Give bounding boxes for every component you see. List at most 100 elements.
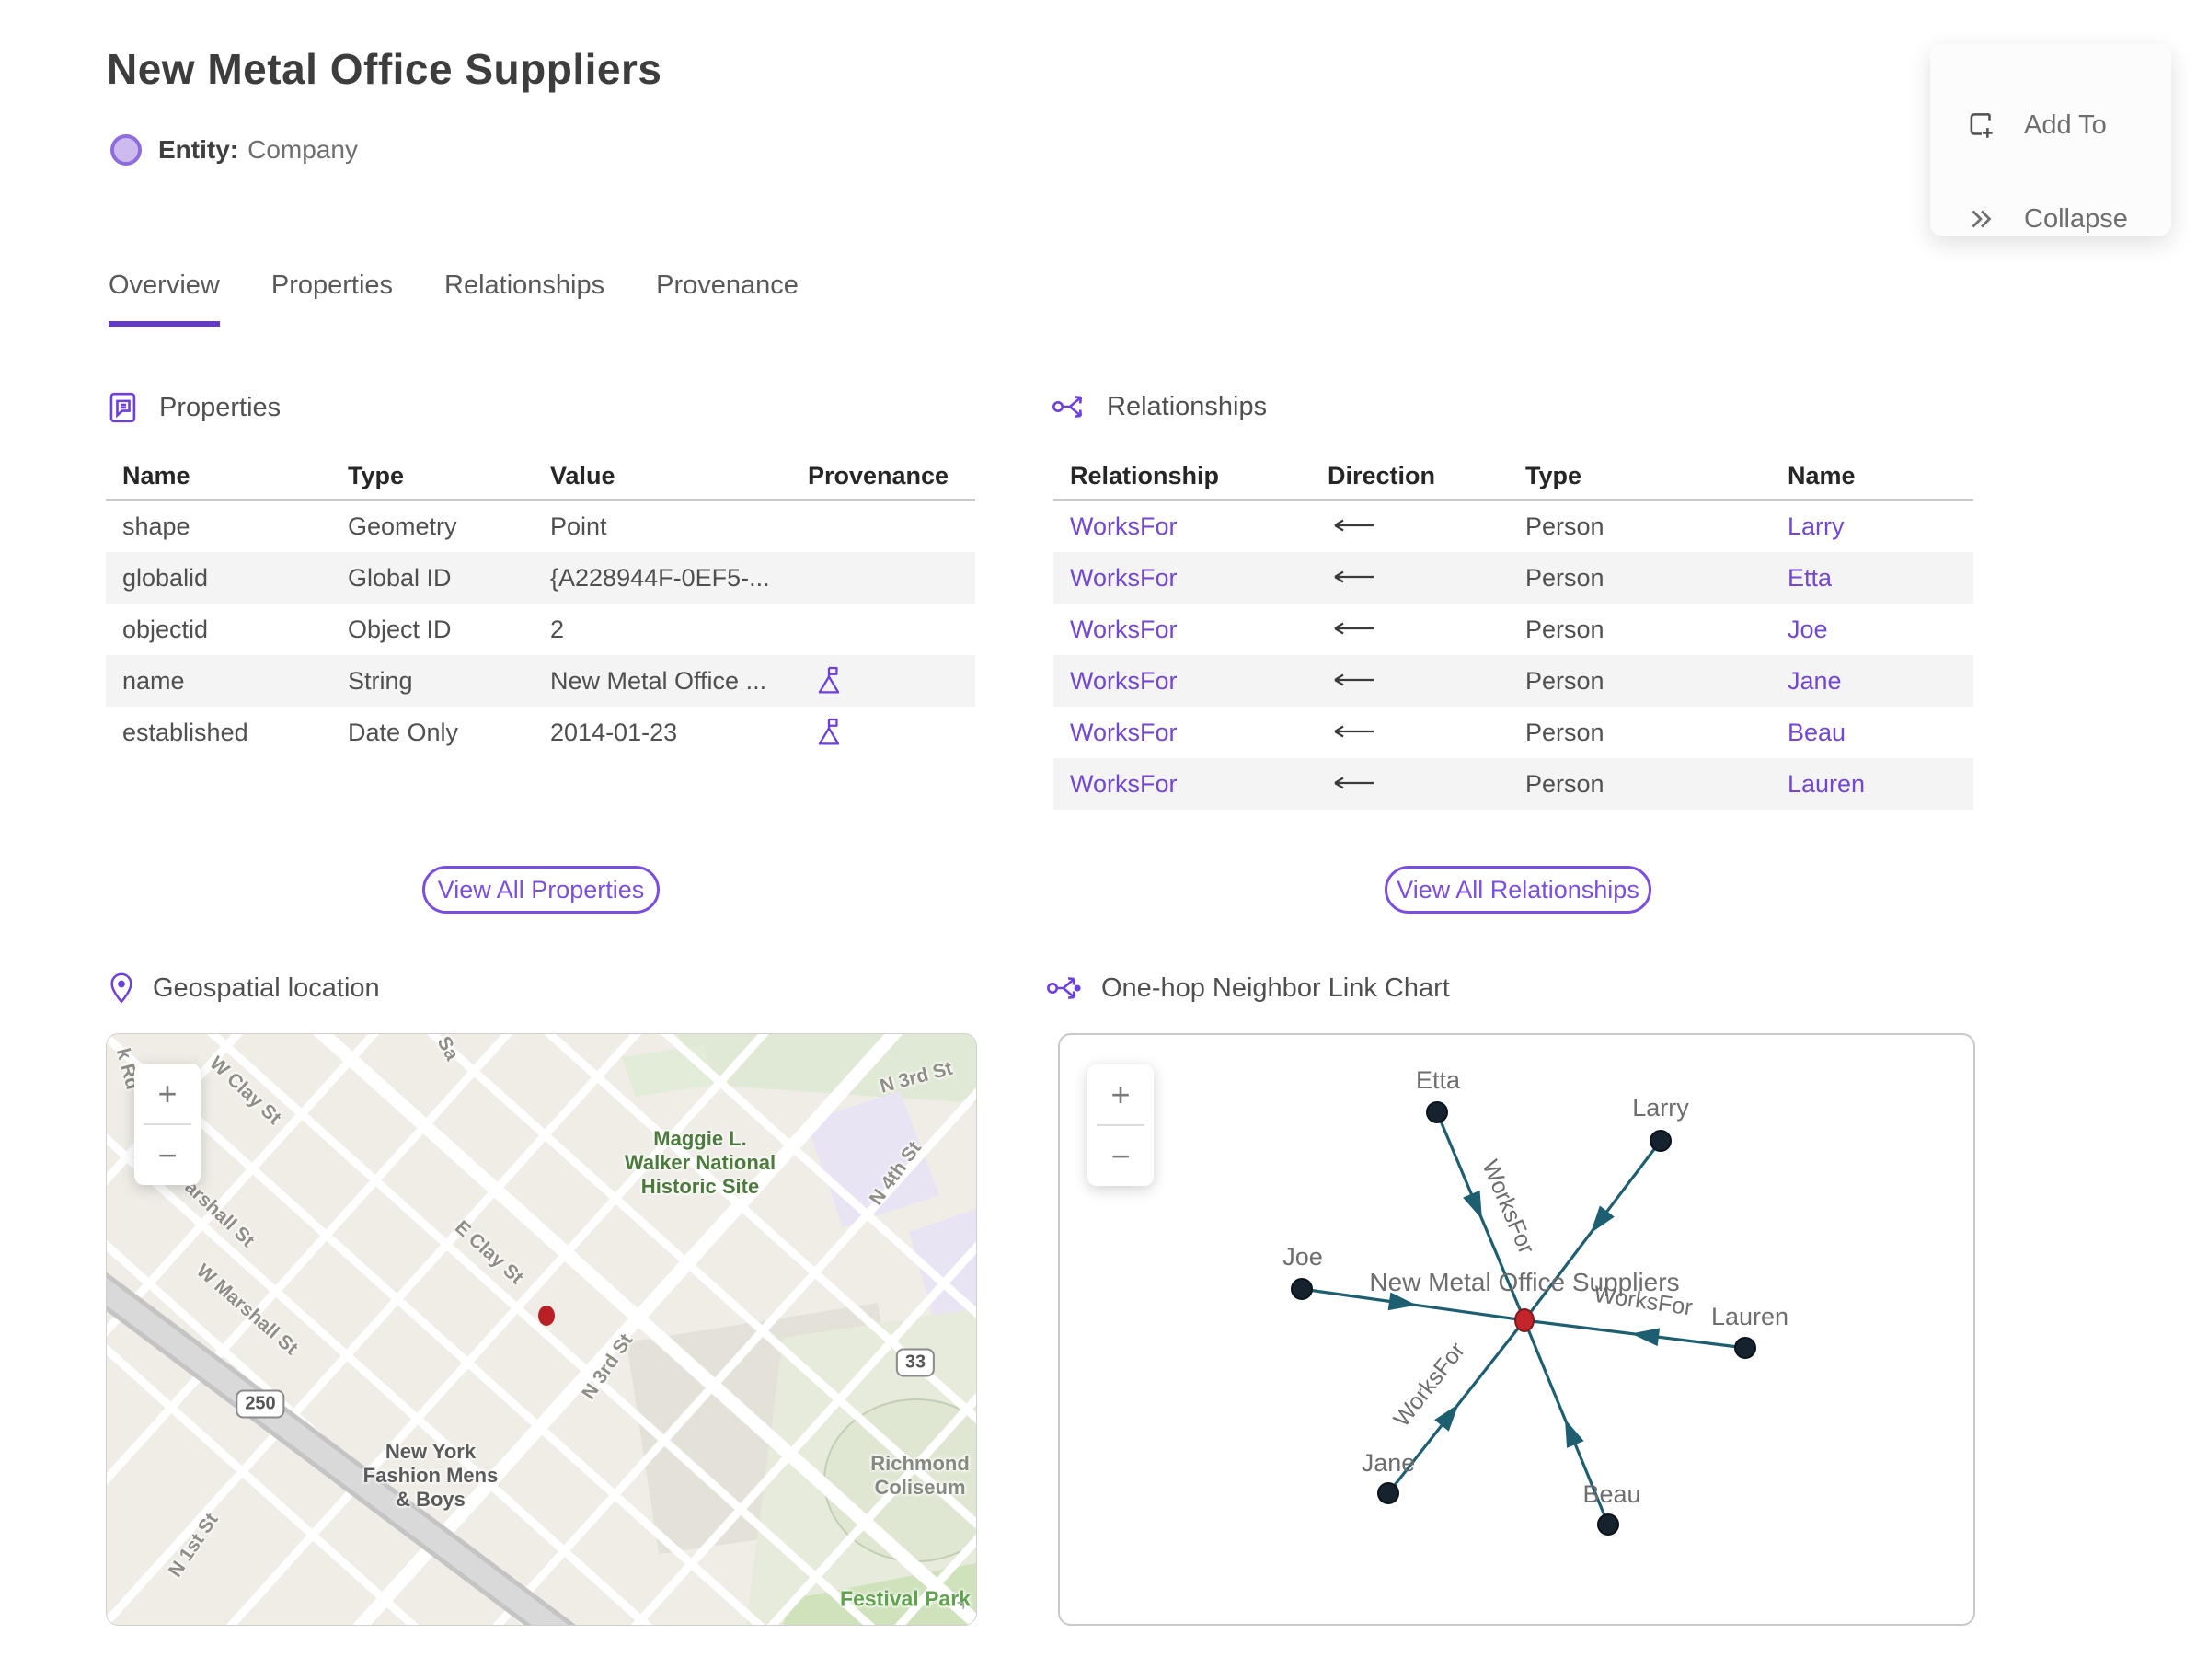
provenance-flag-icon[interactable]	[791, 716, 975, 749]
graph-edge-arrowhead	[1631, 1328, 1661, 1347]
graph-edge-arrowhead	[1434, 1403, 1459, 1432]
direction-left-arrow-icon	[1311, 770, 1509, 799]
direction-left-arrow-icon	[1311, 564, 1509, 593]
add-to-button[interactable]: Add To	[1965, 109, 2107, 142]
entity-name-link[interactable]: Larry	[1771, 512, 1973, 541]
entity-name-link[interactable]: Joe	[1771, 616, 1973, 644]
map-canvas	[107, 1034, 976, 1625]
entity-name-link[interactable]: Jane	[1771, 667, 1973, 696]
direction-left-arrow-icon	[1311, 719, 1509, 747]
graph-edge-label: WorksFor	[1388, 1338, 1469, 1432]
relationship-link[interactable]: WorksFor	[1053, 719, 1311, 747]
graph-edge-arrowhead	[1564, 1419, 1584, 1448]
entity-name-link[interactable]: Beau	[1771, 719, 1973, 747]
chart-zoom-out-button[interactable]: −	[1087, 1126, 1154, 1186]
relationships-section-title: Relationships	[1107, 391, 1268, 421]
graph-node-joe[interactable]	[1291, 1278, 1313, 1300]
graph-node-etta[interactable]	[1426, 1101, 1448, 1123]
rel-type: Person	[1525, 666, 1604, 695]
tab-overview[interactable]: Overview	[109, 270, 220, 327]
col-header: Type	[348, 461, 405, 489]
graph-center-node-label: New Metal Office Suppliers	[1369, 1268, 1679, 1296]
relationships-section-header: Relationships	[1052, 390, 1267, 423]
graph-node-jane[interactable]	[1377, 1482, 1399, 1504]
graph-node-label: Lauren	[1711, 1303, 1788, 1330]
entity-name-link[interactable]: Lauren	[1771, 770, 1973, 799]
map-location-marker[interactable]	[538, 1306, 555, 1326]
map-zoom-in-button[interactable]: +	[134, 1064, 201, 1123]
collapse-label: Collapse	[2024, 203, 2128, 234]
relationship-link[interactable]: WorksFor	[1053, 512, 1311, 541]
table-row: WorksFor Person Larry	[1053, 501, 1973, 552]
tab-relationships[interactable]: Relationships	[444, 270, 604, 327]
table-row: globalid Global ID {A228944F-0EF5-...	[106, 552, 975, 604]
table-row: shape Geometry Point	[106, 501, 975, 552]
prop-value: {A228944F-0EF5-...	[550, 563, 770, 592]
geospatial-map[interactable]: k Rd W Clay St Sa N 3rd St N 4th St arshall S…	[106, 1033, 977, 1626]
provenance-flag-icon[interactable]	[791, 664, 975, 697]
map-zoom-control: + −	[134, 1064, 201, 1185]
properties-table-header: Name Type Value Provenance	[106, 458, 975, 501]
prop-value: New Metal Office ...	[550, 666, 767, 695]
entity-name-link[interactable]: Etta	[1771, 564, 1973, 593]
relationship-link[interactable]: WorksFor	[1053, 667, 1311, 696]
link-chart-canvas: WorksForWorksForWorksForEttaLarryJoeLaur…	[1282, 1066, 1788, 1536]
entity-row: Entity: Company	[110, 134, 358, 166]
link-chart-section-title: One-hop Neighbor Link Chart	[1101, 972, 1450, 1003]
relationships-table: Relationship Direction Type Name WorksFo…	[1053, 458, 1973, 810]
geospatial-section-header: Geospatial location	[109, 972, 380, 1005]
properties-section-header: Properties	[106, 390, 281, 425]
prop-type: Object ID	[348, 615, 452, 643]
table-row: WorksFor Person Joe	[1053, 604, 1973, 655]
prop-type: Global ID	[348, 563, 452, 592]
prop-value: 2014-01-23	[550, 718, 678, 746]
direction-left-arrow-icon	[1311, 512, 1509, 541]
tab-bar: Overview Properties Relationships Proven…	[109, 270, 799, 327]
tab-properties[interactable]: Properties	[271, 270, 393, 327]
collapse-button[interactable]: Collapse	[1965, 202, 2128, 236]
graph-node-lauren[interactable]	[1734, 1337, 1756, 1359]
prop-value: 2	[550, 615, 565, 643]
rel-type: Person	[1525, 718, 1604, 746]
graph-edge-arrowhead	[1463, 1190, 1482, 1220]
view-all-relationships-button[interactable]: View All Relationships	[1385, 866, 1651, 914]
graph-node-label: Beau	[1582, 1480, 1640, 1508]
col-header: Relationship	[1070, 461, 1220, 489]
graph-center-node[interactable]	[1514, 1308, 1535, 1332]
route-shield: 250	[236, 1389, 285, 1419]
add-to-label: Add To	[2024, 109, 2107, 140]
route-shield: 33	[895, 1348, 936, 1377]
col-header: Value	[550, 461, 615, 489]
prop-type: Date Only	[348, 718, 459, 746]
prop-type: Geometry	[348, 512, 457, 540]
properties-table: Name Type Value Provenance shape Geometr…	[106, 458, 975, 758]
tab-provenance[interactable]: Provenance	[656, 270, 799, 327]
relationship-link[interactable]: WorksFor	[1053, 564, 1311, 593]
col-header: Provenance	[808, 461, 949, 489]
page-title: New Metal Office Suppliers	[107, 45, 662, 93]
prop-name: globalid	[122, 563, 209, 592]
properties-section-title: Properties	[159, 392, 282, 422]
one-hop-link-chart[interactable]: WorksFor WorksFor WorksFor Etta Larry Joe Laur…	[1058, 1033, 1975, 1626]
entity-label: Entity:	[158, 135, 239, 164]
graph-node-beau[interactable]	[1597, 1513, 1619, 1536]
chart-zoom-in-button[interactable]: +	[1087, 1064, 1154, 1124]
add-to-icon	[1965, 109, 1998, 142]
graph-node-larry[interactable]	[1650, 1130, 1672, 1152]
relationships-table-header: Relationship Direction Type Name	[1053, 458, 1973, 501]
link-chart-section-header: One-hop Neighbor Link Chart	[1046, 972, 1450, 1005]
map-pin-icon	[109, 972, 134, 1005]
double-chevron-right-icon	[1965, 202, 1998, 236]
prop-name: shape	[122, 512, 190, 540]
table-row: objectid Object ID 2	[106, 604, 975, 655]
view-all-properties-button[interactable]: View All Properties	[422, 866, 660, 914]
map-zoom-out-button[interactable]: −	[134, 1125, 201, 1185]
col-header: Name	[1788, 461, 1856, 489]
graph-node-label: Joe	[1282, 1243, 1323, 1271]
relationship-link[interactable]: WorksFor	[1053, 770, 1311, 799]
rel-type: Person	[1525, 563, 1604, 592]
entity-type-dot-icon	[110, 134, 142, 166]
geospatial-section-title: Geospatial location	[153, 972, 380, 1003]
graph-edge-arrowhead	[1590, 1205, 1615, 1234]
relationship-link[interactable]: WorksFor	[1053, 616, 1311, 644]
